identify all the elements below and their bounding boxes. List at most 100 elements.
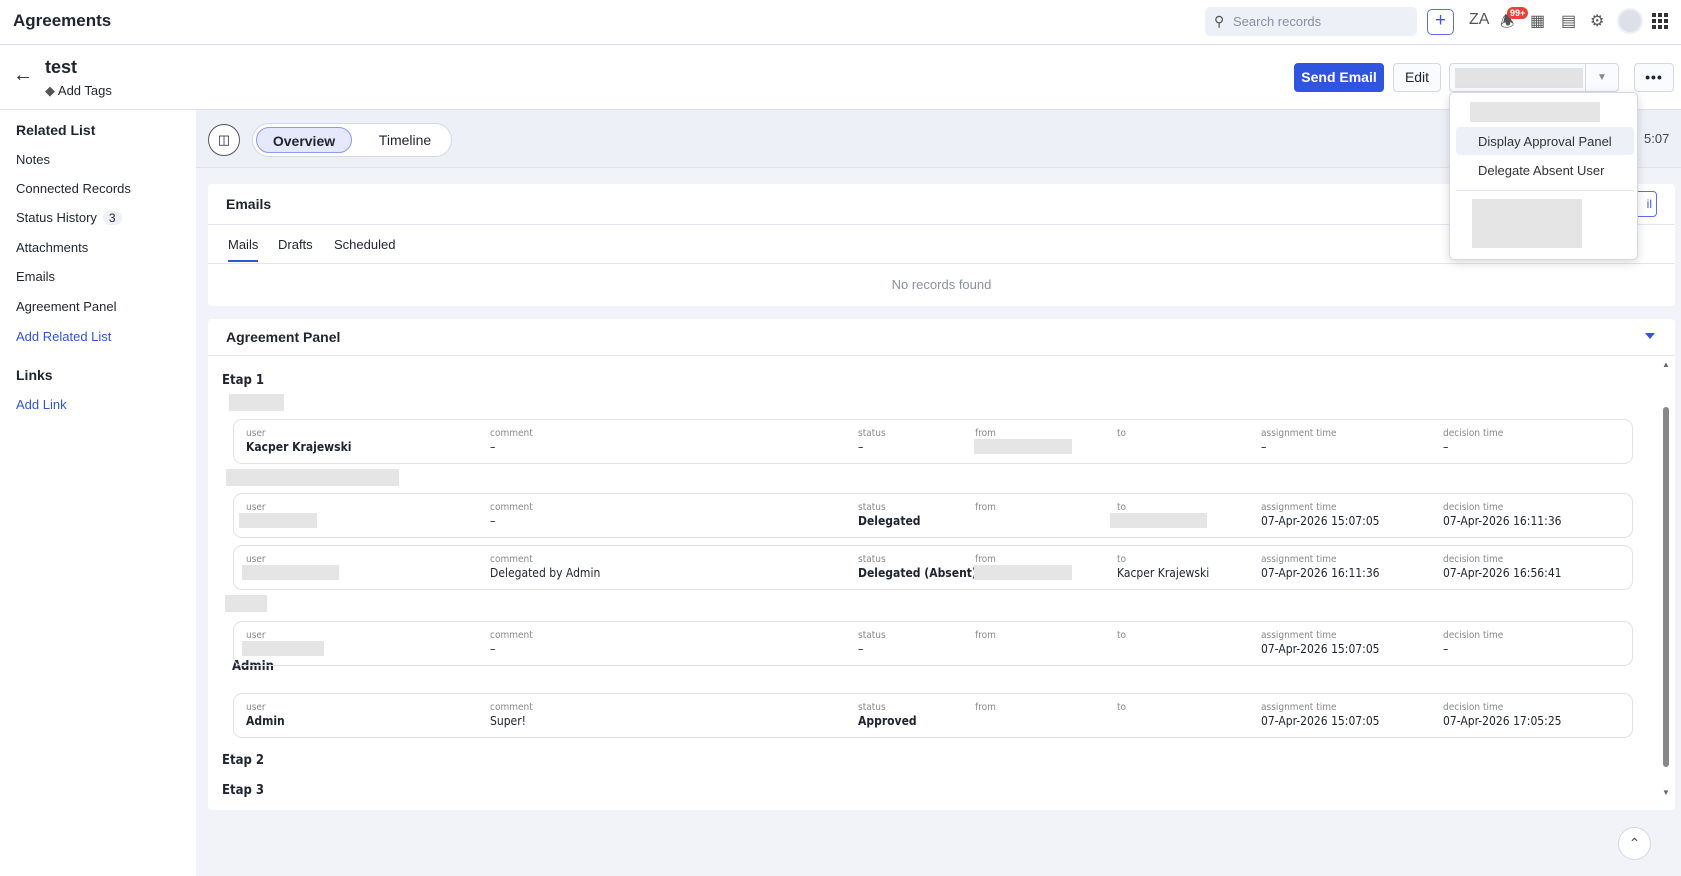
add-related-list-link[interactable]: Add Related List: [16, 329, 111, 344]
field-label: to: [1117, 630, 1127, 641]
tag-icon: ◆: [45, 83, 55, 98]
more-button[interactable]: •••: [1634, 63, 1674, 92]
search-icon: ⚲: [1214, 13, 1225, 29]
scroll-up-icon[interactable]: ▲: [1662, 360, 1670, 369]
cell-from: from: [975, 502, 996, 514]
field-label: to: [1117, 554, 1127, 565]
redacted-group: [226, 469, 399, 486]
sidebar-item-attachments[interactable]: Attachments: [16, 240, 88, 255]
cell-to: to: [1117, 702, 1126, 714]
scroll-thumb[interactable]: [1663, 407, 1669, 767]
etap-heading: Etap 1: [222, 373, 265, 388]
apps-grid-icon[interactable]: [1652, 13, 1668, 29]
field-label: comment: [490, 428, 533, 439]
redacted-item: [1472, 199, 1582, 248]
edit-button[interactable]: Edit: [1393, 63, 1441, 92]
field-value: 07-Apr-2026 16:56:41: [1443, 566, 1562, 580]
scroll-to-top-button[interactable]: ⌃: [1618, 827, 1651, 860]
field-label: from: [975, 554, 996, 565]
field-value: Super!: [490, 714, 526, 728]
cell-assignment: assignment time 07-Apr-2026 16:11:36: [1261, 554, 1380, 580]
etap-heading: Etap 3: [222, 783, 265, 798]
view-tabs: Overview Timeline: [252, 123, 452, 157]
cell-decision: decision time 07-Apr-2026 17:05:25: [1443, 702, 1562, 728]
notification-badge: 99+: [1507, 7, 1529, 19]
search-input[interactable]: ⚲ Search records: [1205, 7, 1417, 36]
related-list-heading: Related List: [16, 122, 96, 138]
field-value: Kacper Krajewski: [246, 440, 352, 454]
scroll-down-icon[interactable]: ▼: [1662, 788, 1670, 797]
field-label: comment: [490, 702, 533, 713]
divider: [1456, 190, 1634, 191]
count-badge: 3: [102, 211, 122, 225]
menu-item-display-approval-panel[interactable]: Display Approval Panel: [1456, 127, 1634, 155]
action-split-button[interactable]: ▼: [1449, 63, 1619, 92]
cell-user: user Kacper Krajewski: [246, 428, 351, 454]
add-link[interactable]: Add Link: [16, 397, 67, 412]
translate-icon[interactable]: ZA: [1469, 11, 1489, 29]
redacted-value: [1110, 513, 1207, 528]
cell-decision: decision time –: [1443, 630, 1503, 656]
tab-drafts[interactable]: Drafts: [278, 237, 313, 252]
tab-scheduled[interactable]: Scheduled: [334, 237, 395, 252]
field-label: assignment time: [1261, 428, 1337, 439]
field-value: –: [858, 642, 864, 656]
cell-status: status Delegated: [858, 502, 921, 528]
approval-row: user Kacper Krajewski comment – status – from t…: [233, 419, 1633, 464]
marketplace-icon[interactable]: ▤: [1561, 11, 1576, 31]
sidebar-item-emails[interactable]: Emails: [16, 269, 55, 284]
sidebar-item-status-history[interactable]: Status History 3: [16, 210, 122, 225]
sidebar-item-connected-records[interactable]: Connected Records: [16, 181, 131, 196]
field-value: Delegated by Admin: [490, 566, 601, 580]
field-label: assignment time: [1261, 502, 1337, 513]
tab-overview[interactable]: Overview: [256, 127, 352, 153]
links-heading: Links: [16, 367, 53, 383]
cell-status: status –: [858, 428, 886, 454]
redacted-group: [229, 394, 284, 411]
redacted-item: [1470, 102, 1600, 122]
search-placeholder: Search records: [1233, 14, 1322, 29]
avatar[interactable]: [1617, 8, 1643, 34]
field-value: –: [490, 514, 496, 528]
redacted-value: [242, 565, 339, 580]
field-value: –: [490, 440, 496, 454]
field-label: user: [246, 630, 266, 641]
field-label: decision time: [1443, 554, 1504, 565]
field-label: status: [858, 502, 886, 513]
redacted-value: [239, 513, 317, 528]
panel-toggle-icon[interactable]: ◫: [208, 124, 240, 156]
calendar-icon[interactable]: ▦: [1530, 11, 1545, 31]
add-tags-link[interactable]: ◆ Add Tags: [45, 83, 112, 99]
field-label: user: [246, 554, 266, 565]
field-label: status: [858, 554, 886, 565]
cell-user: user Admin: [246, 702, 285, 728]
field-label: comment: [490, 502, 533, 513]
field-value: Delegated (Absent): [858, 566, 977, 580]
actions-dropdown: Display Approval Panel Delegate Absent U…: [1449, 92, 1638, 260]
tab-mails[interactable]: Mails: [228, 237, 259, 262]
send-email-button[interactable]: Send Email: [1294, 63, 1384, 92]
scrollbar[interactable]: ▲ ▼: [1660, 360, 1672, 800]
field-label: from: [975, 502, 996, 513]
back-arrow-icon[interactable]: ←: [13, 64, 33, 87]
sidebar-item-agreement-panel[interactable]: Agreement Panel: [16, 299, 116, 314]
cell-status: status –: [858, 630, 886, 656]
field-value: –: [1443, 440, 1449, 454]
chevron-down-icon[interactable]: ▼: [1585, 64, 1618, 91]
field-value: Kacper Krajewski: [1117, 566, 1210, 580]
field-label: status: [858, 428, 886, 439]
cell-decision: decision time 07-Apr-2026 16:11:36: [1443, 502, 1562, 528]
tab-timeline[interactable]: Timeline: [361, 127, 449, 153]
field-value: 07-Apr-2026 15:07:05: [1261, 714, 1380, 728]
redacted-value: [242, 641, 324, 656]
field-label: assignment time: [1261, 554, 1337, 565]
cell-status: status Delegated (Absent): [858, 554, 977, 580]
redacted-label: [1455, 68, 1583, 88]
gear-icon[interactable]: ⚙: [1590, 11, 1604, 31]
create-button[interactable]: +: [1427, 9, 1454, 35]
menu-item-delegate-absent-user[interactable]: Delegate Absent User: [1456, 156, 1634, 184]
field-label: from: [975, 630, 996, 641]
sidebar-item-notes[interactable]: Notes: [16, 152, 50, 167]
collapse-caret-icon[interactable]: [1645, 333, 1655, 339]
field-label: comment: [490, 630, 533, 641]
